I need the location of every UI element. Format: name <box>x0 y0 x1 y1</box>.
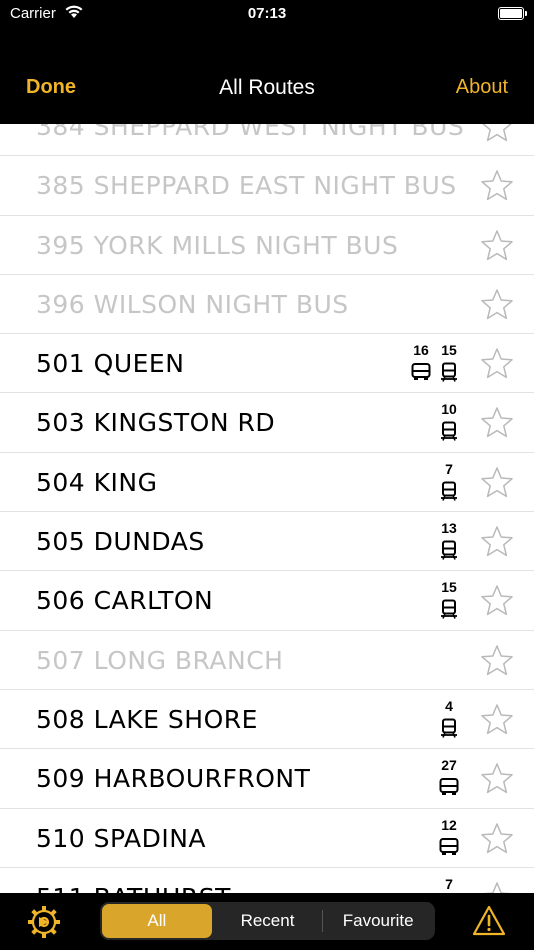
bus-icon <box>411 363 431 381</box>
route-row[interactable]: 505 DUNDAS 13 <box>0 512 534 572</box>
vehicle-count: 10 <box>441 401 457 418</box>
route-list[interactable]: 384 SHEPPARD WEST NIGHT BUS 385 SHEPPARD … <box>0 124 534 893</box>
favourite-star-icon[interactable] <box>480 406 514 439</box>
vehicle-counts: 15 <box>438 579 460 620</box>
route-name: 385 SHEPPARD EAST NIGHT BUS <box>36 171 457 201</box>
vehicle-count-group: 15 <box>438 579 460 620</box>
favourite-star-icon[interactable] <box>480 584 514 617</box>
route-row[interactable]: 508 LAKE SHORE 4 <box>0 689 534 750</box>
navigation-bar: Done All Routes About <box>0 44 534 124</box>
route-name: 507 LONG BRANCH <box>36 645 284 675</box>
vehicle-count-group: 16 <box>410 342 432 382</box>
route-list-content: 384 SHEPPARD WEST NIGHT BUS 385 SHEPPARD … <box>0 124 534 893</box>
vehicle-count: 15 <box>441 579 457 596</box>
vehicle-count: 13 <box>441 520 457 537</box>
vehicle-counts: 27 <box>438 757 460 797</box>
vehicle-counts: 16 15 <box>410 342 460 382</box>
streetcar-icon <box>441 599 457 620</box>
tab-recent[interactable]: Recent <box>213 904 323 938</box>
settings-gear-icon[interactable] <box>27 905 61 939</box>
favourite-star-icon[interactable] <box>480 347 514 380</box>
status-bar: Carrier 07:13 <box>0 0 534 44</box>
bus-icon <box>439 837 459 855</box>
vehicle-counts: 7 <box>438 461 460 501</box>
vehicle-count-group: 7 <box>438 461 460 501</box>
route-filter-segmented-control: All Recent Favourite <box>100 902 435 940</box>
route-name: 396 WILSON NIGHT BUS <box>36 289 349 319</box>
route-row[interactable]: 395 YORK MILLS NIGHT BUS <box>0 215 534 275</box>
status-time: 07:13 <box>247 5 287 22</box>
vehicle-counts: 13 <box>438 520 460 560</box>
bottom-toolbar: All Recent Favourite <box>0 893 534 950</box>
vehicle-count: 16 <box>413 342 429 359</box>
route-row[interactable]: 501 QUEEN 16 15 <box>0 334 534 394</box>
vehicle-counts: 7 <box>438 876 460 893</box>
favourite-star-icon[interactable] <box>480 822 514 855</box>
streetcar-icon <box>441 481 457 501</box>
route-name: 501 QUEEN <box>36 349 185 379</box>
route-name: 509 HARBOURFRONT <box>36 764 311 794</box>
route-row[interactable]: 506 CARLTON 15 <box>0 571 534 631</box>
battery-icon <box>498 7 527 20</box>
favourite-star-icon[interactable] <box>480 881 514 893</box>
route-row[interactable]: 510 SPADINA 12 <box>0 808 534 868</box>
bus-icon <box>439 778 459 796</box>
route-name: 503 KINGSTON RD <box>36 408 276 438</box>
favourite-star-icon[interactable] <box>480 644 514 677</box>
favourite-star-icon[interactable] <box>480 169 514 202</box>
tab-favourite[interactable]: Favourite <box>323 904 433 938</box>
vehicle-counts: 10 <box>438 401 460 442</box>
streetcar-icon <box>441 362 457 382</box>
favourite-star-icon[interactable] <box>480 466 514 499</box>
favourite-star-icon[interactable] <box>480 525 514 558</box>
favourite-star-icon[interactable] <box>480 703 514 736</box>
vehicle-count-group: 12 <box>438 817 460 857</box>
vehicle-count-group: 10 <box>438 401 460 442</box>
vehicle-count: 27 <box>441 757 457 774</box>
route-name: 384 SHEPPARD WEST NIGHT BUS <box>36 124 465 141</box>
route-row[interactable]: 509 HARBOURFRONT 27 <box>0 749 534 809</box>
vehicle-count: 15 <box>441 342 457 359</box>
vehicle-counts: 12 <box>438 817 460 857</box>
vehicle-count: 4 <box>445 697 453 714</box>
route-row[interactable]: 384 SHEPPARD WEST NIGHT BUS <box>0 124 534 157</box>
route-name: 511 BATHURST <box>36 868 231 893</box>
service-alert-icon[interactable] <box>472 905 506 937</box>
tab-all[interactable]: All <box>102 904 212 938</box>
vehicle-count-group: 7 <box>438 876 460 893</box>
route-name: 506 CARLTON <box>36 586 214 616</box>
route-name: 510 SPADINA <box>36 823 207 853</box>
streetcar-icon <box>441 718 457 738</box>
vehicle-count-group: 4 <box>438 698 460 738</box>
vehicle-count-group: 15 <box>438 342 460 382</box>
page-title: All Routes <box>219 76 315 99</box>
route-name: 395 YORK MILLS NIGHT BUS <box>36 230 399 260</box>
route-row[interactable]: 507 LONG BRANCH <box>0 630 534 690</box>
route-name: 505 DUNDAS <box>36 527 205 557</box>
vehicle-count: 7 <box>445 460 453 477</box>
vehicle-count-group: 13 <box>438 520 460 560</box>
vehicle-count: 12 <box>441 816 457 833</box>
streetcar-icon <box>441 540 457 560</box>
favourite-star-icon[interactable] <box>480 288 514 321</box>
route-row[interactable]: 503 KINGSTON RD 10 <box>0 393 534 453</box>
vehicle-counts: 4 <box>438 698 460 738</box>
favourite-star-icon[interactable] <box>480 229 514 262</box>
route-row[interactable]: 396 WILSON NIGHT BUS <box>0 274 534 335</box>
done-button[interactable]: Done <box>26 76 76 99</box>
favourite-star-icon[interactable] <box>480 124 514 143</box>
streetcar-icon <box>441 421 457 442</box>
route-name: 508 LAKE SHORE <box>36 704 258 734</box>
vehicle-count-group: 27 <box>438 757 460 797</box>
route-row[interactable]: 385 SHEPPARD EAST NIGHT BUS <box>0 156 534 216</box>
favourite-star-icon[interactable] <box>480 762 514 795</box>
route-row[interactable]: 504 KING 7 <box>0 452 534 513</box>
vehicle-count: 7 <box>445 875 453 892</box>
route-name: 504 KING <box>36 467 158 497</box>
about-button[interactable]: About <box>456 76 508 99</box>
route-row[interactable]: 511 BATHURST 7 <box>0 867 534 893</box>
